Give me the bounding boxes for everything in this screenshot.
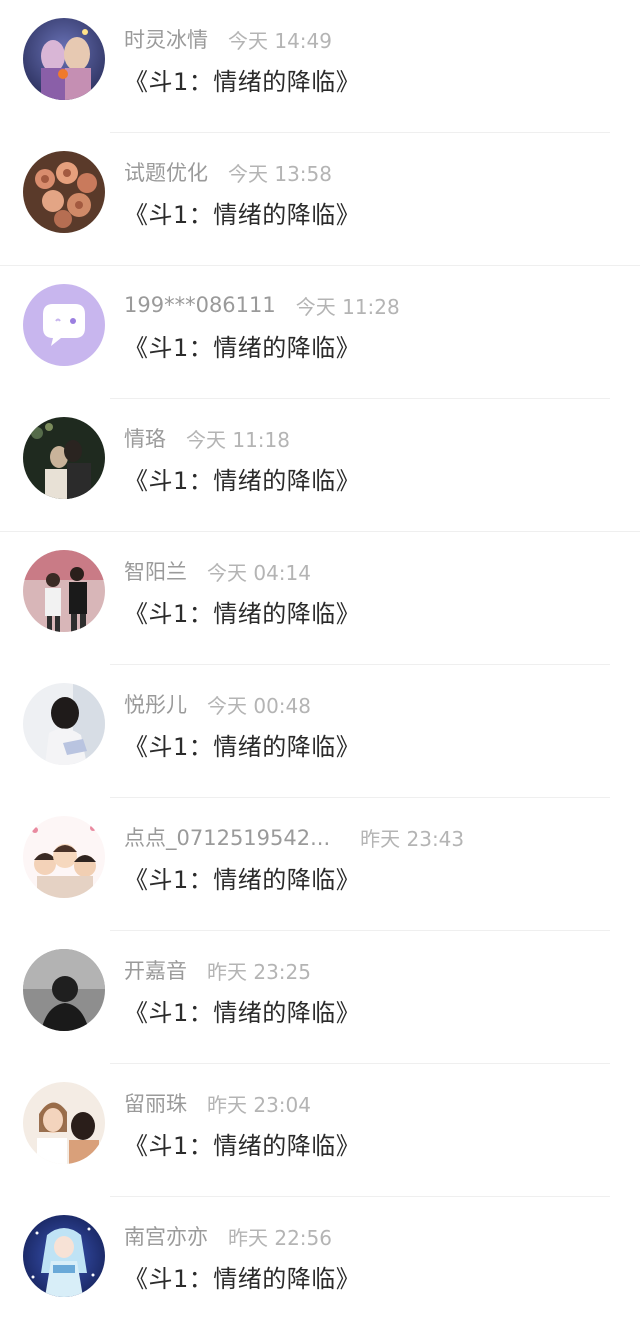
list-item[interactable]: 南宫亦亦 昨天 22:56 《斗1：情绪的降临》 (0, 1197, 640, 1330)
timestamp: 昨天 23:43 (360, 826, 465, 851)
message-text[interactable]: 《斗1：情绪的降临》 (124, 860, 360, 895)
timestamp: 今天 11:28 (295, 294, 400, 319)
cartoon-group-avatar-icon (23, 816, 105, 898)
username[interactable]: 悦彤儿 (124, 689, 187, 719)
fantasy-art-avatar-icon (23, 18, 105, 100)
message-meta: 开嘉音 昨天 23:25 (124, 955, 311, 985)
message-meta: 留丽珠 昨天 23:04 (124, 1088, 311, 1118)
username[interactable]: 点点_0712519542... (124, 822, 330, 852)
flowers-avatar-icon (23, 151, 105, 233)
username[interactable]: 南宫亦亦 (124, 1221, 208, 1251)
username[interactable]: 199***086111 (124, 293, 276, 317)
message-text[interactable]: 《斗1：情绪的降临》 (124, 594, 360, 629)
avatar[interactable] (23, 949, 105, 1031)
default-chat-bubble-avatar-icon (23, 284, 105, 366)
timestamp: 昨天 23:04 (207, 1092, 311, 1117)
avatar[interactable] (23, 816, 105, 898)
message-text[interactable]: 《斗1：情绪的降临》 (124, 461, 360, 496)
list-item[interactable]: 时灵冰情 今天 14:49 《斗1：情绪的降临》 (0, 0, 640, 133)
timestamp: 昨天 23:25 (207, 959, 311, 984)
avatar[interactable] (23, 1082, 105, 1164)
list-item[interactable]: 开嘉音 昨天 23:25 《斗1：情绪的降临》 (0, 931, 640, 1064)
message-meta: 199***086111 今天 11:28 (124, 290, 400, 320)
username[interactable]: 智阳兰 (124, 556, 187, 586)
avatar[interactable] (23, 417, 105, 499)
message-text[interactable]: 《斗1：情绪的降临》 (124, 328, 360, 363)
avatar[interactable] (23, 18, 105, 100)
avatar[interactable] (23, 284, 105, 366)
anime-girl-avatar-icon (23, 1215, 105, 1297)
girl-photo-avatar-icon (23, 683, 105, 765)
list-item[interactable]: 悦彤儿 今天 00:48 《斗1：情绪的降临》 (0, 665, 640, 798)
message-meta: 悦彤儿 今天 00:48 (124, 689, 311, 719)
list-item[interactable]: 情珞 今天 11:18 《斗1：情绪的降临》 (0, 399, 640, 532)
couple-photo-avatar-icon (23, 417, 105, 499)
girls-photo-avatar-icon (23, 1082, 105, 1164)
avatar[interactable] (23, 683, 105, 765)
avatar[interactable] (23, 550, 105, 632)
message-list: 时灵冰情 今天 14:49 《斗1：情绪的降临》 试题优化 今天 13:58 《… (0, 0, 640, 1310)
silhouette-avatar-icon (23, 949, 105, 1031)
message-meta: 试题优化 今天 13:58 (124, 157, 332, 187)
timestamp: 今天 11:18 (186, 427, 290, 452)
list-item[interactable]: 智阳兰 今天 04:14 《斗1：情绪的降临》 (0, 532, 640, 665)
username[interactable]: 留丽珠 (124, 1088, 187, 1118)
message-meta: 时灵冰情 今天 14:49 (124, 24, 332, 54)
username[interactable]: 时灵冰情 (124, 24, 208, 54)
message-text[interactable]: 《斗1：情绪的降临》 (124, 62, 360, 97)
list-item[interactable]: 199***086111 今天 11:28 《斗1：情绪的降临》 (0, 266, 640, 399)
timestamp: 今天 04:14 (207, 560, 311, 585)
list-item[interactable]: 试题优化 今天 13:58 《斗1：情绪的降临》 (0, 133, 640, 266)
message-meta: 情珞 今天 11:18 (124, 423, 290, 453)
timestamp: 昨天 22:56 (228, 1225, 332, 1250)
username[interactable]: 开嘉音 (124, 955, 187, 985)
username[interactable]: 情珞 (124, 423, 166, 453)
timestamp: 今天 14:49 (228, 28, 332, 53)
message-text[interactable]: 《斗1：情绪的降临》 (124, 1126, 360, 1161)
avatar[interactable] (23, 151, 105, 233)
message-meta: 南宫亦亦 昨天 22:56 (124, 1221, 332, 1251)
username[interactable]: 试题优化 (124, 157, 208, 187)
timestamp: 今天 13:58 (228, 161, 332, 186)
message-meta: 智阳兰 今天 04:14 (124, 556, 311, 586)
message-meta: 点点_0712519542... 昨天 23:43 (124, 822, 464, 852)
couple-standing-avatar-icon (23, 550, 105, 632)
list-item[interactable]: 点点_0712519542... 昨天 23:43 《斗1：情绪的降临》 (0, 798, 640, 931)
message-text[interactable]: 《斗1：情绪的降临》 (124, 727, 360, 762)
message-text[interactable]: 《斗1：情绪的降临》 (124, 1259, 360, 1294)
list-item[interactable]: 留丽珠 昨天 23:04 《斗1：情绪的降临》 (0, 1064, 640, 1197)
timestamp: 今天 00:48 (207, 693, 311, 718)
message-text[interactable]: 《斗1：情绪的降临》 (124, 993, 360, 1028)
message-text[interactable]: 《斗1：情绪的降临》 (124, 195, 360, 230)
avatar[interactable] (23, 1215, 105, 1297)
